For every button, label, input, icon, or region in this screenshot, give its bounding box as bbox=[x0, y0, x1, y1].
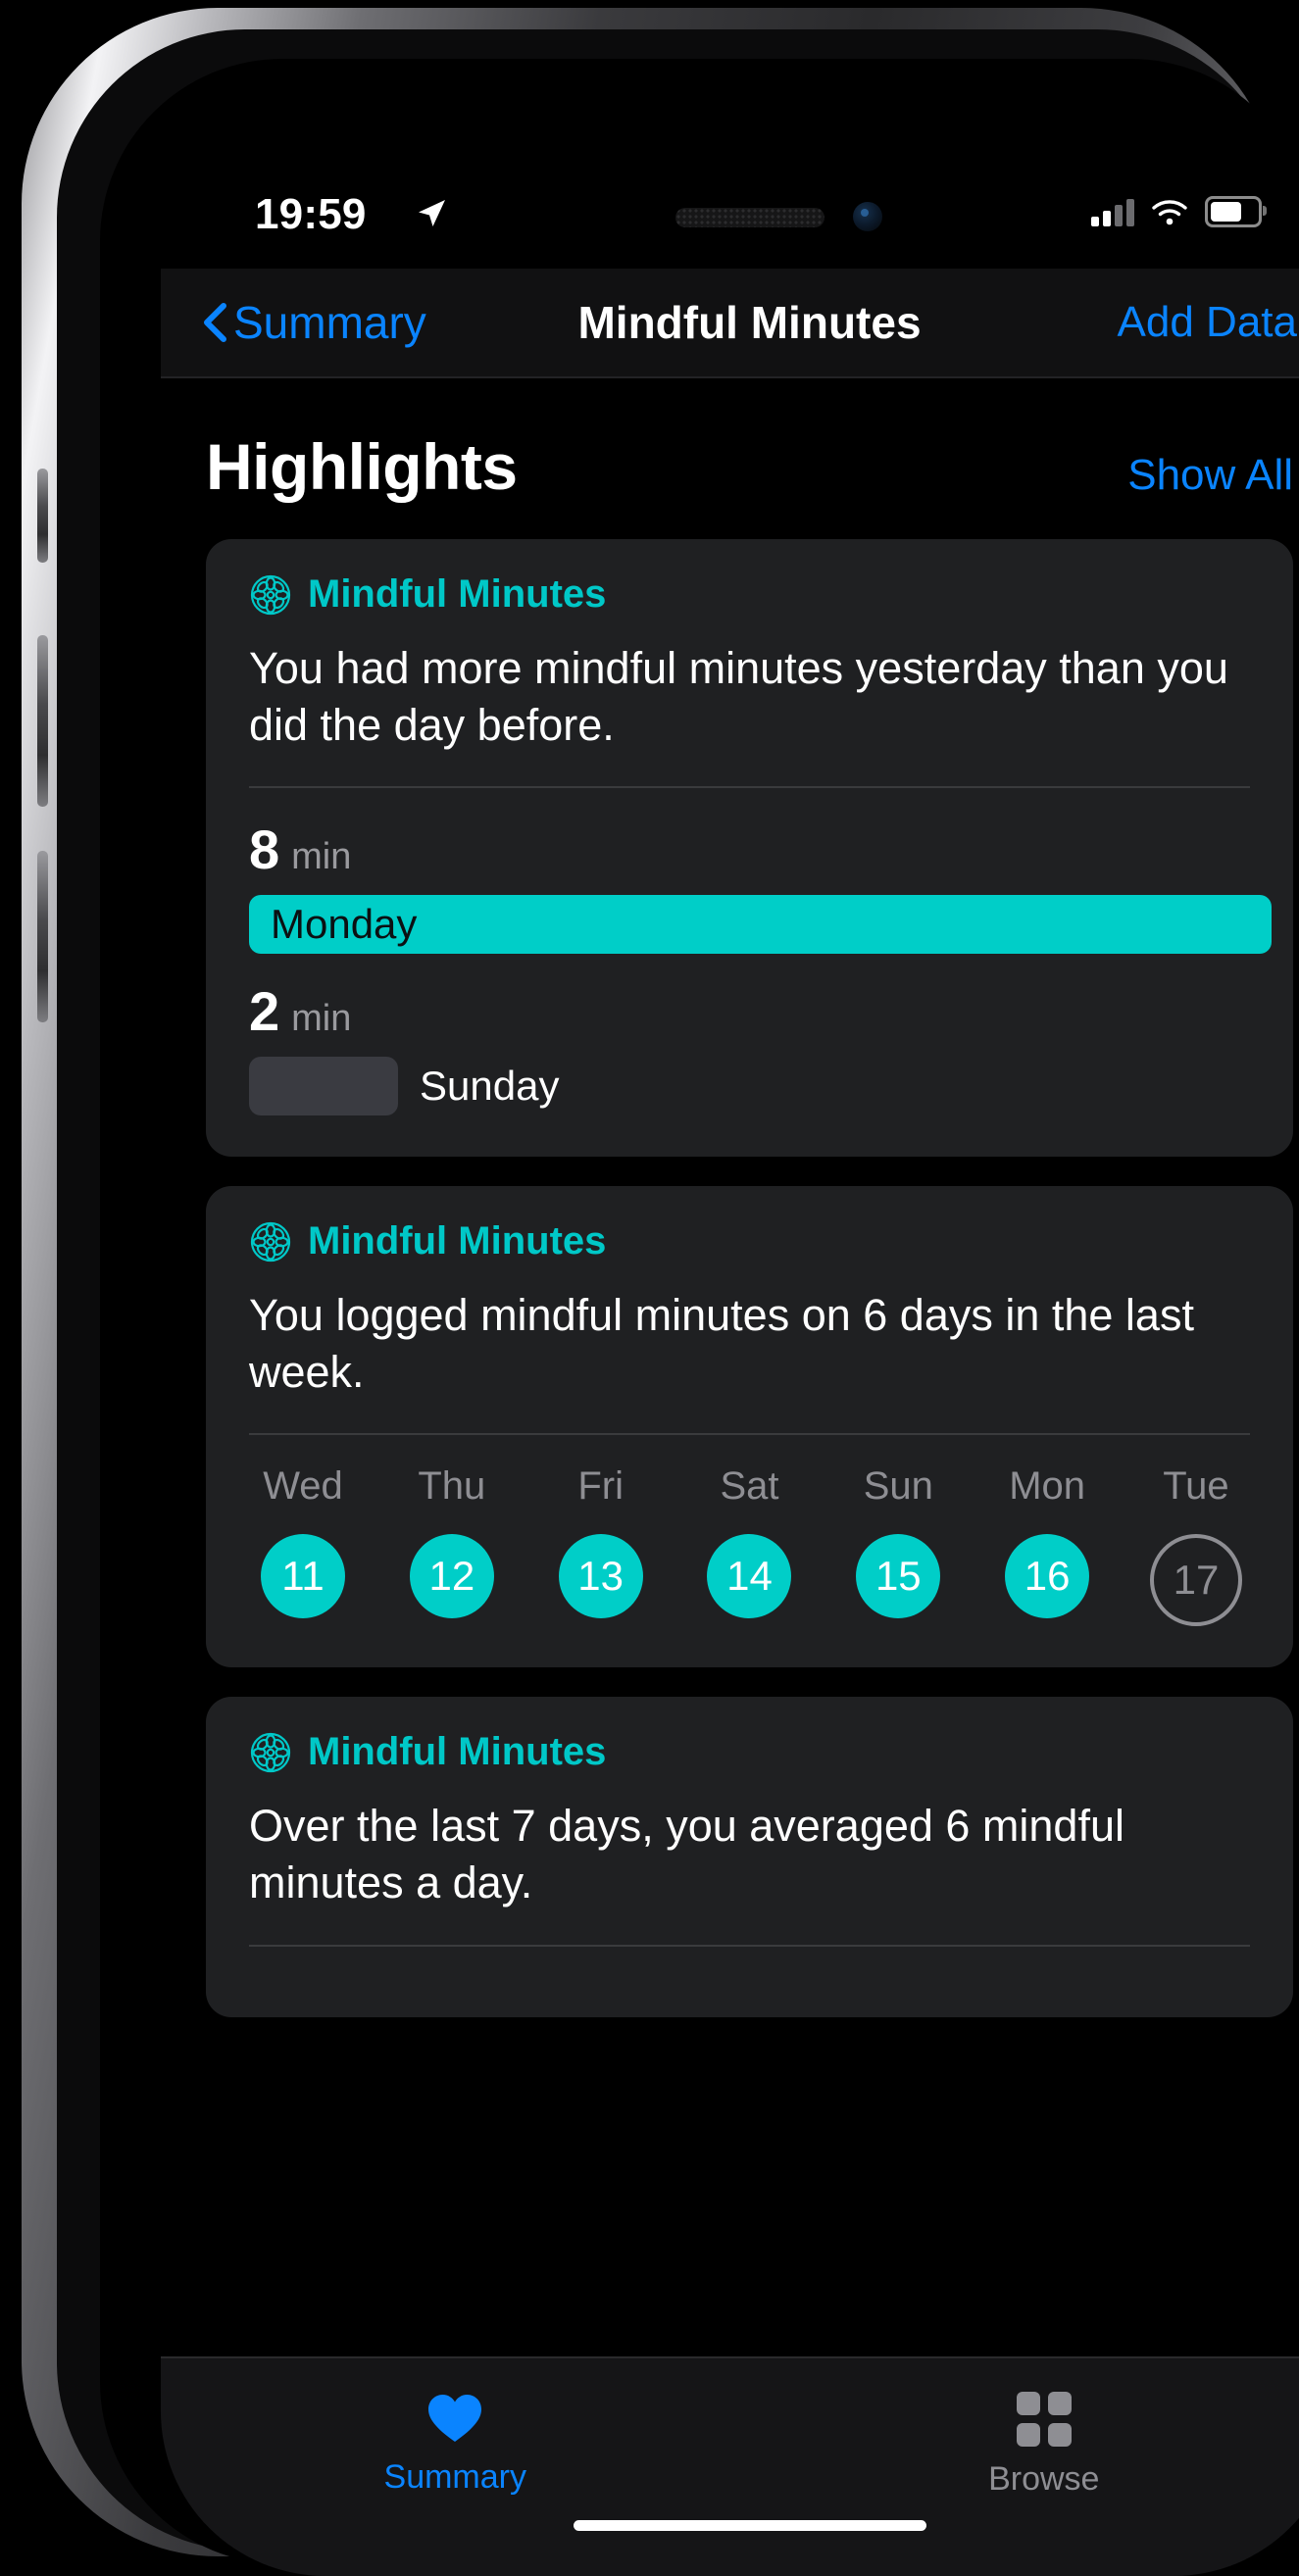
day-name: Tue bbox=[1163, 1464, 1228, 1509]
day-column: Sat 14 bbox=[695, 1464, 803, 1626]
bar-label: Monday bbox=[271, 901, 417, 948]
show-all-button[interactable]: Show All bbox=[1127, 451, 1293, 500]
bar-monday: Monday bbox=[249, 895, 1272, 954]
location-arrow-icon bbox=[416, 198, 447, 229]
stat-unit: min bbox=[291, 998, 351, 1040]
health-app: Summary Mindful Minutes Add Data Highlig… bbox=[161, 106, 1299, 2576]
comparison-row-top: 8 min Monday bbox=[249, 817, 1250, 954]
day-name: Wed bbox=[263, 1464, 343, 1509]
stat-value-top: 8 min bbox=[249, 817, 1250, 881]
card-source-label: Mindful Minutes bbox=[308, 1219, 606, 1263]
highlight-card-average[interactable]: Mindful Minutes Over the last 7 days, yo… bbox=[206, 1697, 1293, 2016]
card-body-text: Over the last 7 days, you averaged 6 min… bbox=[249, 1798, 1250, 1910]
heart-icon bbox=[425, 2392, 484, 2445]
card-source-label: Mindful Minutes bbox=[308, 1730, 606, 1774]
highlight-card-comparison[interactable]: Mindful Minutes You had more mindful min… bbox=[206, 539, 1293, 1157]
week-strip: Wed 11 Thu 12 Fri 13 bbox=[249, 1464, 1250, 1626]
day-date-badge: 15 bbox=[856, 1534, 940, 1618]
card-divider bbox=[249, 786, 1250, 788]
highlights-title: Highlights bbox=[206, 429, 518, 504]
stat-number: 8 bbox=[249, 817, 279, 881]
card-source-label: Mindful Minutes bbox=[308, 572, 606, 617]
navigation-bar: Summary Mindful Minutes Add Data bbox=[161, 269, 1299, 378]
day-name: Thu bbox=[418, 1464, 485, 1509]
home-indicator[interactable] bbox=[574, 2520, 926, 2531]
card-header: Mindful Minutes bbox=[249, 572, 1250, 617]
day-date-badge: 16 bbox=[1005, 1534, 1089, 1618]
day-column: Thu 12 bbox=[398, 1464, 506, 1626]
battery-icon bbox=[1205, 196, 1262, 227]
day-name: Mon bbox=[1009, 1464, 1085, 1509]
spacer bbox=[249, 954, 1250, 979]
tab-browse[interactable]: Browse bbox=[750, 2358, 1299, 2576]
phone-frame: Summary Mindful Minutes Add Data Highlig… bbox=[22, 8, 1277, 2556]
phone-bezel: Summary Mindful Minutes Add Data Highlig… bbox=[100, 59, 1299, 2564]
bar-sunday bbox=[249, 1057, 398, 1115]
wifi-icon bbox=[1150, 197, 1189, 226]
mute-switch[interactable] bbox=[37, 469, 48, 563]
phone-inner-frame: Summary Mindful Minutes Add Data Highlig… bbox=[57, 29, 1285, 2551]
tab-bar: Summary Browse bbox=[161, 2356, 1299, 2576]
card-header: Mindful Minutes bbox=[249, 1730, 1250, 1774]
status-indicators bbox=[1091, 196, 1262, 227]
tab-browse-label: Browse bbox=[988, 2460, 1099, 2499]
day-column: Mon 16 bbox=[993, 1464, 1101, 1626]
status-bar: 19:59 bbox=[161, 153, 1299, 269]
mindfulness-lotus-icon bbox=[249, 573, 292, 617]
card-body-text: You logged mindful minutes on 6 days in … bbox=[249, 1287, 1250, 1400]
content-scroll-area[interactable]: Highlights Show All bbox=[161, 376, 1299, 2082]
stat-number: 2 bbox=[249, 979, 279, 1043]
mindfulness-lotus-icon bbox=[249, 1220, 292, 1263]
stat-value-bottom: 2 min bbox=[249, 979, 1250, 1043]
highlight-card-week[interactable]: Mindful Minutes You logged mindful minut… bbox=[206, 1186, 1293, 1667]
tab-summary[interactable]: Summary bbox=[161, 2358, 750, 2576]
day-date-badge: 12 bbox=[410, 1534, 494, 1618]
day-date-badge: 11 bbox=[261, 1534, 345, 1618]
screenshot-root: Summary Mindful Minutes Add Data Highlig… bbox=[0, 0, 1299, 2564]
day-column: Sun 15 bbox=[844, 1464, 952, 1626]
card-divider bbox=[249, 1433, 1250, 1435]
stat-unit: min bbox=[291, 836, 351, 878]
day-date-badge-today: 17 bbox=[1150, 1534, 1242, 1626]
day-column: Wed 11 bbox=[249, 1464, 357, 1626]
day-date-badge: 14 bbox=[707, 1534, 791, 1618]
add-data-button[interactable]: Add Data bbox=[1118, 298, 1297, 347]
day-name: Fri bbox=[577, 1464, 624, 1509]
tab-summary-label: Summary bbox=[384, 2458, 526, 2497]
comparison-row-bottom: 2 min Sunday bbox=[249, 979, 1250, 1115]
phone-screen: Summary Mindful Minutes Add Data Highlig… bbox=[161, 106, 1299, 2576]
grid-icon bbox=[1017, 2392, 1072, 2447]
highlights-header: Highlights Show All bbox=[161, 376, 1299, 527]
card-body-text: You had more mindful minutes yesterday t… bbox=[249, 640, 1250, 753]
status-time: 19:59 bbox=[255, 190, 367, 239]
bar-sunday-row: Sunday bbox=[249, 1057, 1250, 1115]
bar-label: Sunday bbox=[420, 1063, 559, 1110]
card-divider bbox=[249, 1945, 1250, 1947]
day-name: Sat bbox=[720, 1464, 778, 1509]
card-header: Mindful Minutes bbox=[249, 1219, 1250, 1263]
day-column: Tue 17 bbox=[1142, 1464, 1250, 1626]
day-date-badge: 13 bbox=[559, 1534, 643, 1618]
volume-up-button[interactable] bbox=[37, 635, 48, 807]
volume-down-button[interactable] bbox=[37, 851, 48, 1022]
mindfulness-lotus-icon bbox=[249, 1731, 292, 1774]
day-name: Sun bbox=[864, 1464, 933, 1509]
cellular-signal-icon bbox=[1091, 197, 1134, 226]
day-column: Fri 13 bbox=[547, 1464, 655, 1626]
